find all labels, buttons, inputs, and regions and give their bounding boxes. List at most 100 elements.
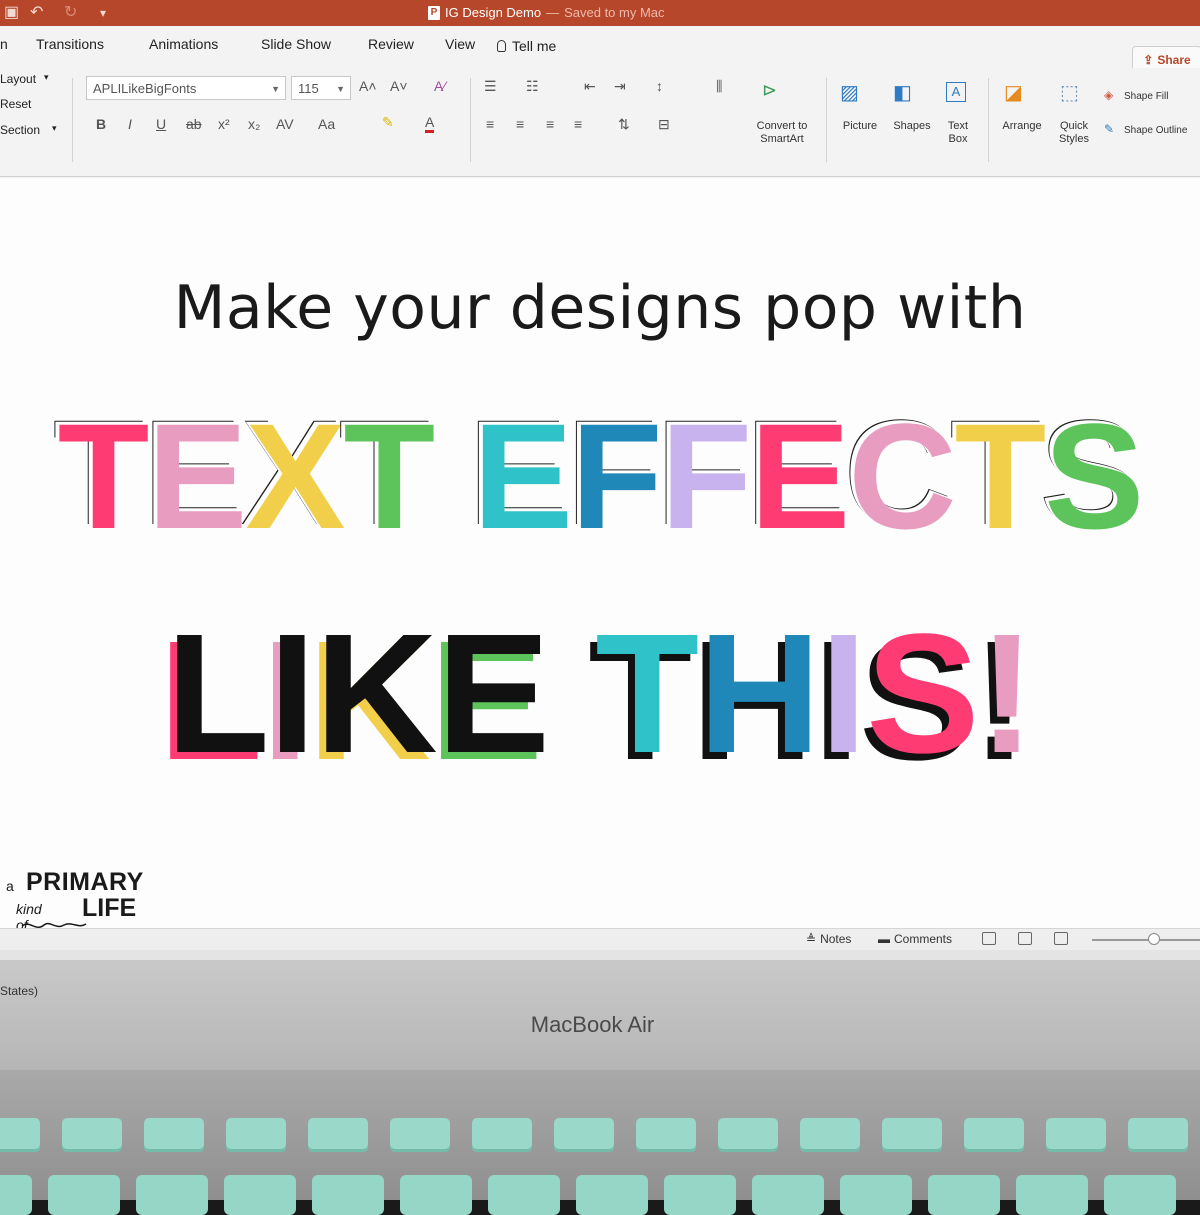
font-size-dropdown[interactable]: 115 ▼ <box>291 76 351 100</box>
decrease-indent-icon[interactable]: ⇤ <box>584 78 596 95</box>
save-icon[interactable]: ▣ <box>4 2 19 22</box>
keyboard-key[interactable] <box>840 1175 912 1215</box>
comments-button[interactable]: ▬ Comments <box>878 932 952 946</box>
align-text-icon[interactable]: ⊟ <box>658 116 670 133</box>
keyboard-key[interactable] <box>0 1175 32 1215</box>
function-key[interactable] <box>308 1118 368 1152</box>
convert-smartart-button[interactable]: Convert to SmartArt <box>748 120 816 146</box>
change-case-icon[interactable]: Aa <box>318 116 335 132</box>
keyboard-key[interactable] <box>224 1175 296 1215</box>
text-direction-icon[interactable]: ⇅ <box>618 116 630 133</box>
columns-icon[interactable]: ⫼ <box>716 78 722 95</box>
picture-button[interactable]: Picture <box>836 120 884 133</box>
smartart-icon[interactable]: ⊳ <box>762 80 777 101</box>
bullets-icon[interactable]: ☰ <box>484 78 497 95</box>
function-key[interactable] <box>1046 1118 1106 1152</box>
tab-view[interactable]: View <box>445 36 475 52</box>
slide-canvas[interactable]: Make your designs pop with TEXT EFFECTS … <box>0 178 1200 933</box>
section-dropdown-icon[interactable]: ▾ <box>52 123 57 134</box>
tab-slide-show[interactable]: Slide Show <box>261 36 331 52</box>
bold-icon[interactable]: B <box>96 116 106 132</box>
title-separator: — <box>546 5 560 20</box>
function-key[interactable] <box>554 1118 614 1152</box>
underline-icon[interactable]: U <box>156 116 166 132</box>
numbering-icon[interactable]: ☷ <box>526 78 539 95</box>
function-key[interactable] <box>0 1118 40 1152</box>
shape-outline-button[interactable]: Shape Outline <box>1124 124 1187 137</box>
layout-button[interactable]: Layout <box>0 72 36 86</box>
highlight-icon[interactable]: ✎ <box>382 114 394 131</box>
zoom-slider-handle[interactable] <box>1148 933 1160 945</box>
keyboard-key[interactable] <box>312 1175 384 1215</box>
clear-formatting-icon[interactable]: A⁄ <box>434 78 446 94</box>
function-key[interactable] <box>800 1118 860 1152</box>
normal-view-icon[interactable] <box>982 932 996 945</box>
zoom-slider[interactable] <box>1092 939 1200 941</box>
quick-styles-button[interactable]: Quick Styles <box>1050 120 1098 146</box>
keyboard-key[interactable] <box>576 1175 648 1215</box>
keyboard-key[interactable] <box>664 1175 736 1215</box>
function-key[interactable] <box>964 1118 1024 1152</box>
shapes-icon[interactable]: ◧ <box>893 80 912 105</box>
font-color-icon[interactable]: A <box>425 114 435 133</box>
justify-icon[interactable]: ≡ <box>574 116 582 132</box>
character-spacing-icon[interactable]: AV <box>276 116 294 132</box>
function-key[interactable] <box>1128 1118 1188 1152</box>
increase-indent-icon[interactable]: ⇥ <box>614 78 626 95</box>
tell-me-search[interactable]: Tell me <box>497 38 556 54</box>
superscript-icon[interactable]: x² <box>218 116 230 132</box>
keyboard-key[interactable] <box>48 1175 120 1215</box>
align-left-icon[interactable]: ≡ <box>486 116 494 132</box>
tab-partial[interactable]: n <box>0 36 8 52</box>
function-key[interactable] <box>472 1118 532 1152</box>
status-bar: ≜ Notes ▬ Comments <box>0 928 1200 951</box>
subscript-icon[interactable]: x₂ <box>248 116 260 132</box>
shapes-button[interactable]: Shapes <box>888 120 936 133</box>
function-key[interactable] <box>882 1118 942 1152</box>
tab-review[interactable]: Review <box>368 36 414 52</box>
shape-fill-button[interactable]: Shape Fill <box>1124 90 1168 103</box>
increase-font-icon[interactable]: A˄ <box>359 78 377 94</box>
function-key[interactable] <box>62 1118 122 1152</box>
tab-transitions[interactable]: Transitions <box>36 36 104 52</box>
effect-letter: I <box>268 599 316 789</box>
undo-icon[interactable]: ↶ <box>30 2 43 22</box>
effect-letter: L <box>165 599 270 789</box>
strikethrough-icon[interactable]: ab <box>186 116 202 132</box>
font-name-dropdown[interactable]: APLILikeBigFonts ▼ <box>86 76 286 100</box>
keyboard-key[interactable] <box>1016 1175 1088 1215</box>
keyboard-key[interactable] <box>1104 1175 1176 1215</box>
shape-fill-icon[interactable]: ◈ <box>1104 88 1113 102</box>
quick-styles-icon[interactable]: ⬚ <box>1060 80 1079 105</box>
reset-button[interactable]: Reset <box>0 97 31 111</box>
layout-dropdown-icon[interactable]: ▾ <box>44 72 49 83</box>
align-center-icon[interactable]: ≡ <box>516 116 524 132</box>
keyboard-key[interactable] <box>400 1175 472 1215</box>
function-key[interactable] <box>390 1118 450 1152</box>
keyboard-key[interactable] <box>752 1175 824 1215</box>
tab-animations[interactable]: Animations <box>149 36 218 52</box>
line-spacing-icon[interactable]: ↕ <box>656 78 663 94</box>
section-button[interactable]: Section <box>0 123 40 137</box>
redo-icon[interactable]: ↻ <box>64 2 77 22</box>
arrange-button[interactable]: Arrange <box>996 120 1048 133</box>
notes-button[interactable]: ≜ Notes <box>806 932 851 946</box>
function-key[interactable] <box>718 1118 778 1152</box>
function-key[interactable] <box>636 1118 696 1152</box>
keyboard-key[interactable] <box>928 1175 1000 1215</box>
text-box-button[interactable]: Text Box <box>938 120 978 146</box>
function-key[interactable] <box>226 1118 286 1152</box>
arrange-icon[interactable]: ◪ <box>1004 80 1023 105</box>
keyboard-key[interactable] <box>488 1175 560 1215</box>
italic-icon[interactable]: I <box>128 116 132 132</box>
shape-outline-icon[interactable]: ✎ <box>1104 122 1114 136</box>
customize-toolbar-icon[interactable]: ▾ <box>100 6 106 20</box>
picture-icon[interactable]: ▨ <box>840 80 859 105</box>
decrease-font-icon[interactable]: A˅ <box>390 78 408 94</box>
function-key[interactable] <box>144 1118 204 1152</box>
presenter-view-icon[interactable] <box>1054 932 1068 945</box>
align-right-icon[interactable]: ≡ <box>546 116 554 132</box>
text-box-icon[interactable]: A <box>946 82 966 102</box>
keyboard-key[interactable] <box>136 1175 208 1215</box>
slide-sorter-icon[interactable] <box>1018 932 1032 945</box>
